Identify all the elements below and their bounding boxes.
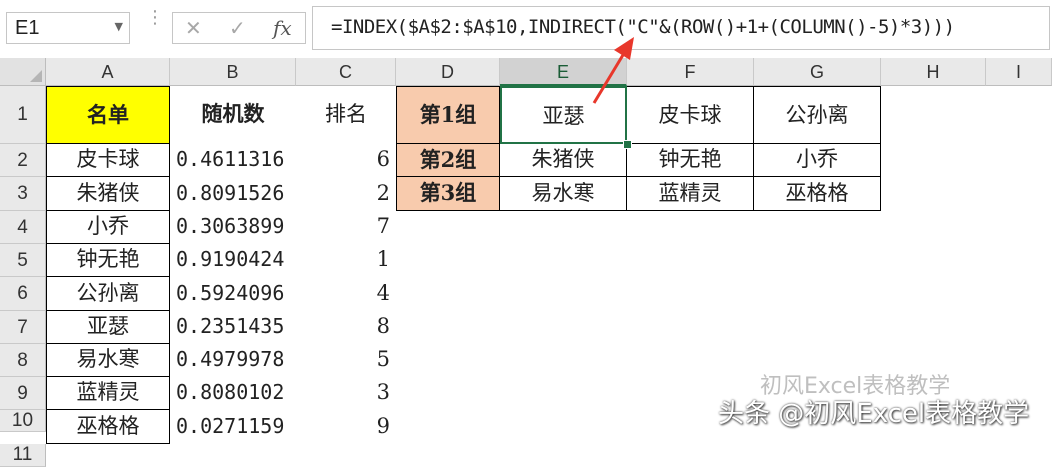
cell-rank[interactable]: 3: [296, 377, 396, 410]
column-header-i[interactable]: I: [986, 58, 1052, 86]
column-header-d[interactable]: D: [396, 58, 500, 86]
cell-random[interactable]: 0.4979978: [170, 344, 296, 377]
fill-handle[interactable]: [623, 140, 632, 149]
formula-input[interactable]: =INDEX($A$2:$A$10,INDIRECT("C"&(ROW()+1+…: [312, 6, 1050, 50]
cell-rank[interactable]: 7: [296, 211, 396, 244]
column-header-e[interactable]: E: [500, 58, 627, 86]
cell-name[interactable]: 钟无艳: [46, 244, 170, 277]
cell-name[interactable]: 公孙离: [46, 277, 170, 311]
cell-rank[interactable]: 6: [296, 144, 396, 177]
cell-rank[interactable]: 9: [296, 410, 396, 444]
cell-random[interactable]: 0.9190424: [170, 244, 296, 277]
column-header-a[interactable]: A: [46, 58, 170, 86]
cell-name[interactable]: 小乔: [46, 211, 170, 244]
row-header-11[interactable]: 11: [0, 444, 46, 467]
cell-group-member[interactable]: 小乔: [754, 144, 881, 177]
cell-group-member[interactable]: 朱猪侠: [500, 144, 627, 177]
cell-random[interactable]: 0.8091526: [170, 177, 296, 211]
cell-a1-header[interactable]: 名单: [46, 86, 170, 144]
cell-rank[interactable]: 8: [296, 311, 396, 344]
cell-group-member[interactable]: 易水寒: [500, 177, 627, 211]
drag-handle-icon[interactable]: ⋮: [146, 9, 164, 27]
cell-name[interactable]: 巫格格: [46, 410, 170, 444]
cell-group-label[interactable]: 第1组: [396, 86, 500, 144]
cell-group-member[interactable]: 皮卡球: [627, 86, 754, 144]
cell-rank[interactable]: 1: [296, 244, 396, 277]
cell-group-member[interactable]: 公孙离: [754, 86, 881, 144]
cell-name[interactable]: 皮卡球: [46, 144, 170, 177]
cell-random[interactable]: 0.3063899: [170, 211, 296, 244]
watermark-author: 头条 @初风Excel表格教学: [718, 399, 1030, 429]
cell-group-member[interactable]: 巫格格: [754, 177, 881, 211]
name-box[interactable]: E1 ▼: [6, 12, 130, 44]
row-header-2[interactable]: 2: [0, 144, 46, 177]
cell-rank[interactable]: 5: [296, 344, 396, 377]
row-header-8[interactable]: 8: [0, 344, 46, 377]
cell-group-label[interactable]: 第3组: [396, 177, 500, 211]
column-header-g[interactable]: G: [754, 58, 881, 86]
row-header-9[interactable]: 9: [0, 377, 46, 410]
chevron-down-icon[interactable]: ▼: [115, 20, 123, 33]
row-header-4[interactable]: 4: [0, 211, 46, 244]
cell-e1-selected[interactable]: 亚瑟: [500, 86, 627, 144]
cell-random[interactable]: 0.5924096: [170, 277, 296, 311]
cell-rank[interactable]: 2: [296, 177, 396, 211]
formula-buttons: ✕ ✓ fx: [172, 12, 306, 44]
cell-random[interactable]: 0.0271159: [170, 410, 296, 444]
cell-name[interactable]: 亚瑟: [46, 311, 170, 344]
cell-name[interactable]: 易水寒: [46, 344, 170, 377]
row-header-10[interactable]: 10: [0, 410, 46, 432]
row-header-6[interactable]: 6: [0, 277, 46, 311]
cell-name[interactable]: 朱猪侠: [46, 177, 170, 211]
cancel-icon[interactable]: ✕: [185, 16, 202, 40]
formula-text: =INDEX($A$2:$A$10,INDIRECT("C"&(ROW()+1+…: [331, 16, 955, 38]
column-header-b[interactable]: B: [170, 58, 296, 86]
row-header-5[interactable]: 5: [0, 244, 46, 277]
cell-random[interactable]: 0.4611316: [170, 144, 296, 177]
row-header-3[interactable]: 3: [0, 177, 46, 211]
row-header-1[interactable]: 1: [0, 86, 46, 144]
column-header-f[interactable]: F: [627, 58, 754, 86]
row-header-7[interactable]: 7: [0, 311, 46, 344]
formula-bar: E1 ▼ ⋮ ✕ ✓ fx =INDEX($A$2:$A$10,INDIRECT…: [0, 0, 1052, 58]
name-box-value: E1: [15, 17, 40, 39]
cell-name[interactable]: 蓝精灵: [46, 377, 170, 410]
cell-b1-header[interactable]: 随机数: [170, 86, 296, 144]
column-header-c[interactable]: C: [296, 58, 396, 86]
select-all-button[interactable]: [0, 58, 46, 86]
fx-icon[interactable]: fx: [273, 16, 292, 40]
enter-icon[interactable]: ✓: [229, 16, 246, 40]
cell-c1-header[interactable]: 排名: [296, 86, 396, 144]
cell-group-member[interactable]: 钟无艳: [627, 144, 754, 177]
column-header-h[interactable]: H: [881, 58, 986, 86]
cell-random[interactable]: 0.2351435: [170, 311, 296, 344]
cell-rank[interactable]: 4: [296, 277, 396, 311]
cell-random[interactable]: 0.8080102: [170, 377, 296, 410]
cell-group-label[interactable]: 第2组: [396, 144, 500, 177]
cell-group-member[interactable]: 蓝精灵: [627, 177, 754, 211]
